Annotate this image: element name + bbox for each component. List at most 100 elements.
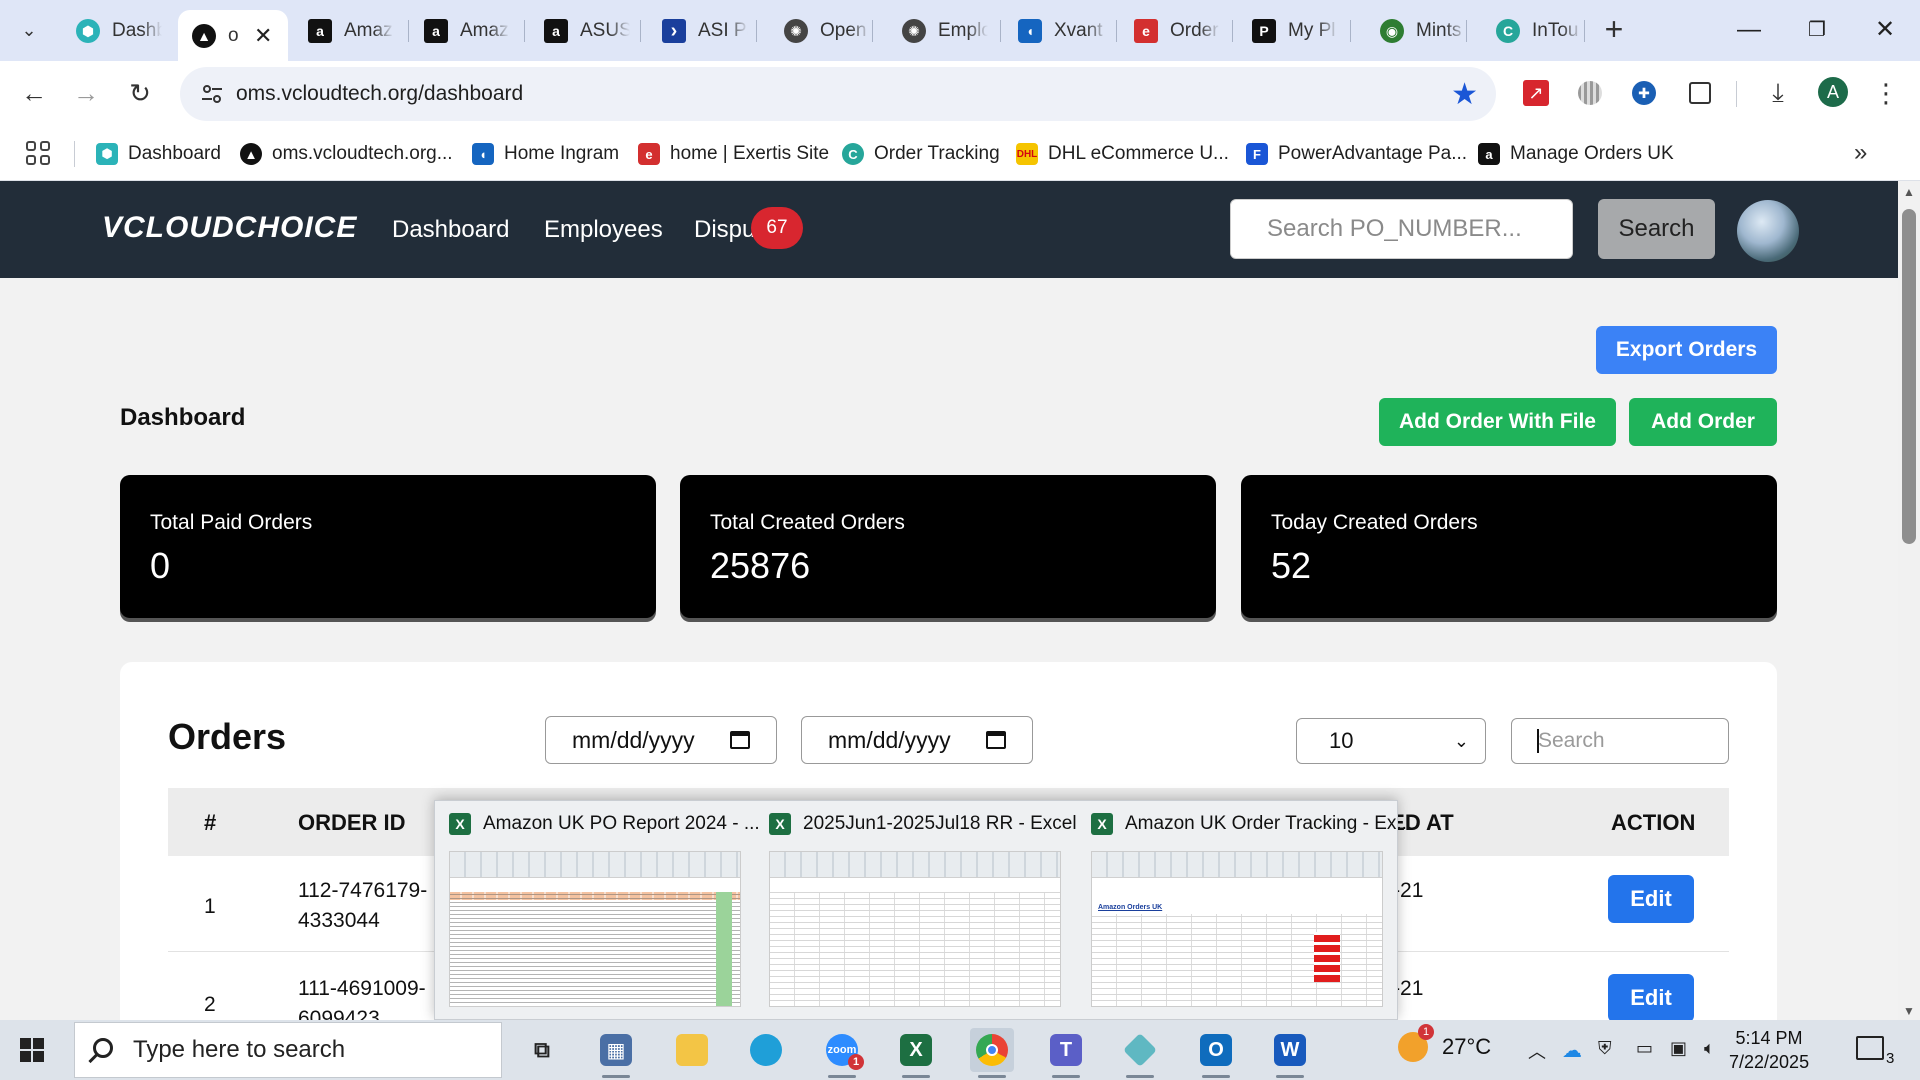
tab-search-chevron-icon[interactable]: ⌄ xyxy=(10,10,48,50)
notification-center-icon[interactable] xyxy=(1856,1036,1884,1060)
address-bar[interactable]: oms.vcloudtech.org/dashboard ★ xyxy=(180,67,1496,121)
tab-employees[interactable]: ✺ Emplo xyxy=(888,10,988,52)
reload-button[interactable]: ↻ xyxy=(122,75,158,111)
scroll-up-arrow-icon[interactable]: ▲ xyxy=(1903,185,1915,199)
orders-search-input[interactable]: Search xyxy=(1511,718,1729,764)
edge-app-icon[interactable] xyxy=(744,1028,788,1072)
date-from-input[interactable]: mm/dd/yyyy xyxy=(545,716,777,764)
exertis-favicon-icon: e xyxy=(1134,19,1158,43)
weather-widget[interactable]: 1 27°C xyxy=(1398,1024,1491,1062)
tab-oms-active[interactable]: ▲ o ✕ xyxy=(178,10,288,61)
tab-mypl[interactable]: P My Pl xyxy=(1238,10,1338,52)
tab-asi[interactable]: › ASI Pa xyxy=(648,10,748,52)
tab-openai[interactable]: ✺ Open xyxy=(770,10,870,52)
teams-app-icon[interactable]: T xyxy=(1044,1028,1088,1078)
tab-amazon-1[interactable]: a Amaz xyxy=(294,10,394,52)
po-number-search-input[interactable]: Search PO_NUMBER... xyxy=(1230,199,1573,259)
network-icon[interactable]: ▣ xyxy=(1670,1038,1687,1059)
export-orders-button[interactable]: Export Orders xyxy=(1596,326,1777,374)
window-preview[interactable]: X Amazon UK PO Report 2024 - ... xyxy=(435,801,760,1021)
excel-app-icon[interactable]: X xyxy=(894,1028,938,1078)
extensions-puzzle-icon[interactable] xyxy=(1684,77,1716,109)
extension-badge-icon[interactable]: ✚ xyxy=(1628,77,1660,109)
bookmark-label: PowerAdvantage Pa... xyxy=(1278,143,1468,164)
tab-label: Amaz xyxy=(344,20,393,41)
bookmark-poweradvantage[interactable]: F PowerAdvantage Pa... xyxy=(1246,139,1467,169)
onedrive-cloud-icon[interactable]: ☁ xyxy=(1562,1038,1582,1063)
bookmark-star-icon[interactable]: ★ xyxy=(1451,77,1478,112)
nav-employees-link[interactable]: Employees xyxy=(544,216,663,244)
tab-xvant[interactable]: ◖ Xvant xyxy=(1004,10,1114,52)
bookmark-manage-orders-uk[interactable]: a Manage Orders UK xyxy=(1478,139,1674,169)
show-hidden-icons-chevron-icon[interactable]: ︿ xyxy=(1528,1038,1546,1064)
tab-amazon-2[interactable]: a Amaz xyxy=(410,10,510,52)
calendar-icon[interactable] xyxy=(730,731,750,749)
po-search-button[interactable]: Search xyxy=(1598,199,1715,259)
calculator-app-icon[interactable]: ▦ xyxy=(594,1028,638,1078)
bookmark-exertis[interactable]: e home | Exertis Site xyxy=(638,139,829,169)
zoom-app-icon[interactable]: zoom 1 xyxy=(820,1028,864,1078)
back-button[interactable]: ← xyxy=(16,75,52,111)
word-app-icon[interactable]: W xyxy=(1268,1028,1312,1078)
downloads-icon[interactable]: ⤓ xyxy=(1762,77,1794,109)
windows-start-icon[interactable] xyxy=(20,1038,44,1062)
page-scrollbar[interactable]: ▲ ▼ xyxy=(1898,181,1920,1020)
task-view-icon[interactable]: ⧉ xyxy=(520,1028,564,1072)
system-clock[interactable]: 5:14 PM 7/22/2025 xyxy=(1729,1026,1809,1074)
site-info-icon[interactable] xyxy=(200,82,224,106)
close-tab-icon[interactable]: ✕ xyxy=(254,23,272,49)
bookmark-order-tracking[interactable]: C Order Tracking xyxy=(842,139,1000,169)
zoom-notification-badge: 1 xyxy=(848,1054,864,1070)
mypl-favicon-icon: P xyxy=(1252,19,1276,43)
add-order-button[interactable]: Add Order xyxy=(1629,398,1777,446)
close-window-button[interactable]: ✕ xyxy=(1860,10,1910,50)
apps-grid-icon[interactable] xyxy=(26,141,50,165)
tab-dashboard[interactable]: ⬢ Dashb xyxy=(62,10,162,52)
restore-button[interactable]: ❐ xyxy=(1792,10,1842,50)
tab-mints[interactable]: ◉ Mints xyxy=(1366,10,1466,52)
nav-dashboard-link[interactable]: Dashboard xyxy=(392,216,509,244)
scrollbar-thumb[interactable] xyxy=(1902,209,1916,544)
forward-button[interactable]: → xyxy=(68,75,104,111)
add-order-with-file-button[interactable]: Add Order With File xyxy=(1379,398,1616,446)
new-tab-button[interactable]: + xyxy=(1596,12,1632,48)
chrome-app-icon[interactable] xyxy=(970,1028,1014,1078)
calendar-icon[interactable] xyxy=(986,731,1006,749)
bookmark-dhl[interactable]: DHL DHL eCommerce U... xyxy=(1016,139,1229,169)
tab-order[interactable]: e Order xyxy=(1120,10,1220,52)
page-size-select[interactable]: 10 ⌄ xyxy=(1296,718,1486,764)
edit-button[interactable]: Edit xyxy=(1608,875,1694,923)
outlook-app-icon[interactable]: O xyxy=(1194,1028,1238,1078)
weather-badge: 1 xyxy=(1418,1024,1434,1040)
bookmark-label: Manage Orders UK xyxy=(1510,143,1674,164)
nav-disputes-link[interactable]: Dispu xyxy=(694,216,755,244)
profile-avatar[interactable]: A xyxy=(1818,77,1848,107)
dashboard-favicon-icon: ⬢ xyxy=(96,143,118,165)
pdf-extension-icon[interactable]: ↗ xyxy=(1520,77,1552,109)
tab-asus[interactable]: a ASUS xyxy=(530,10,630,52)
hexagon-app-icon[interactable] xyxy=(1118,1028,1162,1078)
edit-button[interactable]: Edit xyxy=(1608,974,1694,1020)
window-preview[interactable]: X Amazon UK Order Tracking - Ex... Amazo… xyxy=(1077,801,1412,1021)
bookmarks-overflow-icon[interactable]: » xyxy=(1854,139,1867,167)
bookmark-home-ingram[interactable]: ◖ Home Ingram xyxy=(472,139,619,169)
excel-window-previews: X Amazon UK PO Report 2024 - ... X 2025J… xyxy=(434,800,1412,1021)
window-preview[interactable]: X 2025Jun1-2025Jul18 RR - Excel xyxy=(755,801,1077,1021)
globe-extension-icon[interactable] xyxy=(1574,77,1606,109)
bookmark-oms[interactable]: ▲ oms.vcloudtech.org... xyxy=(240,139,453,169)
user-avatar[interactable] xyxy=(1737,200,1799,262)
file-explorer-app-icon[interactable] xyxy=(670,1028,714,1072)
battery-icon[interactable]: ▭ xyxy=(1636,1038,1653,1059)
security-tray-icon[interactable]: ⛨ xyxy=(1598,1038,1612,1059)
tab-separator xyxy=(1116,20,1117,42)
vcloudchoice-logo[interactable]: VCLOUDCHOICE xyxy=(102,211,357,245)
volume-icon[interactable]: 🔈︎ xyxy=(1704,1038,1715,1059)
scroll-down-arrow-icon[interactable]: ▼ xyxy=(1903,1004,1915,1018)
chevron-down-icon: ⌄ xyxy=(1453,731,1469,751)
bookmark-dashboard[interactable]: ⬢ Dashboard xyxy=(96,139,221,169)
minimize-button[interactable]: — xyxy=(1724,10,1774,50)
tab-intouch[interactable]: C InTou xyxy=(1482,10,1582,52)
chrome-menu-icon[interactable]: ⋮ xyxy=(1870,77,1902,109)
date-to-input[interactable]: mm/dd/yyyy xyxy=(801,716,1033,764)
taskbar-search-box[interactable]: Type here to search xyxy=(74,1022,502,1078)
